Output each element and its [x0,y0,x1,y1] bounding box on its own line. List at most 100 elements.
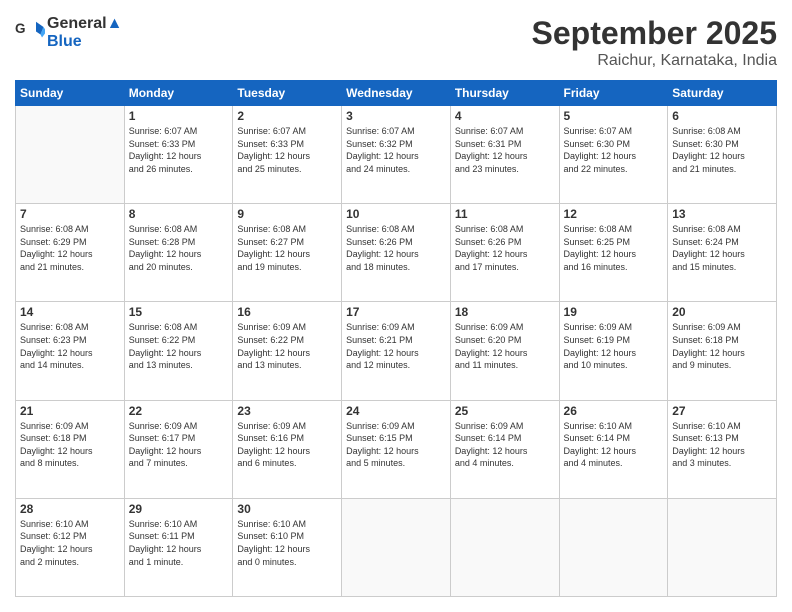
calendar-cell: 30 Sunrise: 6:10 AM Sunset: 6:10 PM Dayli… [233,498,342,596]
col-tuesday: Tuesday [233,81,342,106]
page: G General▲ Blue September 2025 Raichur, … [0,0,792,612]
day-number: 29 [129,502,229,516]
calendar-cell: 16Sunrise: 6:09 AM Sunset: 6:22 PM Dayli… [233,302,342,400]
day-info: Sunrise: 6:07 AM Sunset: 6:33 PM Dayligh… [237,125,337,175]
day-info: Sunrise: 6:09 AM Sunset: 6:19 PM Dayligh… [564,321,664,371]
calendar-cell: 18 Sunrise: 6:09 AM Sunset: 6:20 PM Dayli… [450,302,559,400]
day-info: Sunrise: 6:08 AM Sunset: 6:26 PM Dayligh… [455,223,555,273]
col-thursday: Thursday [450,81,559,106]
calendar-cell: 1 Sunrise: 6:07 AM Sunset: 6:33 PM Daylig… [124,106,233,204]
calendar-cell [16,106,125,204]
day-number: 6 [672,109,772,123]
day-info: Sunrise: 6:09 AM Sunset: 6:21 PM Dayligh… [346,321,446,371]
day-number: 10 [346,207,446,221]
day-number: 1 [129,109,229,123]
calendar-cell: 21 Sunrise: 6:09 AM Sunset: 6:18 PM Dayli… [16,400,125,498]
day-info: Sunrise: 6:08 AM Sunset: 6:25 PM Dayligh… [564,223,664,273]
day-number: 21 [20,404,120,418]
day-number: 28 [20,502,120,516]
calendar-week-4: 21 Sunrise: 6:09 AM Sunset: 6:18 PM Dayli… [16,400,777,498]
col-monday: Monday [124,81,233,106]
calendar-cell: 23 Sunrise: 6:09 AM Sunset: 6:16 PM Dayli… [233,400,342,498]
calendar-cell [559,498,668,596]
calendar-cell: 5 Sunrise: 6:07 AM Sunset: 6:30 PM Daylig… [559,106,668,204]
month-title: September 2025 [532,15,777,52]
day-info: Sunrise: 6:09 AM Sunset: 6:16 PM Dayligh… [237,420,337,470]
day-number: 14 [20,305,120,319]
calendar-cell [668,498,777,596]
calendar-cell: 6 Sunrise: 6:08 AM Sunset: 6:30 PM Daylig… [668,106,777,204]
col-saturday: Saturday [668,81,777,106]
day-info: Sunrise: 6:07 AM Sunset: 6:33 PM Dayligh… [129,125,229,175]
day-number: 9 [237,207,337,221]
day-number: 27 [672,404,772,418]
day-number: 13 [672,207,772,221]
day-number: 18 [455,305,555,319]
calendar-cell: 15 Sunrise: 6:08 AM Sunset: 6:22 PM Dayli… [124,302,233,400]
day-info: Sunrise: 6:10 AM Sunset: 6:14 PM Dayligh… [564,420,664,470]
day-number: 26 [564,404,664,418]
day-number: 30 [237,502,337,516]
day-info: Sunrise: 6:08 AM Sunset: 6:24 PM Dayligh… [672,223,772,273]
calendar-header-row: Sunday Monday Tuesday Wednesday Thursday… [16,81,777,106]
calendar-cell: 2 Sunrise: 6:07 AM Sunset: 6:33 PM Daylig… [233,106,342,204]
svg-text:G: G [15,21,26,36]
day-number: 24 [346,404,446,418]
calendar-cell: 10 Sunrise: 6:08 AM Sunset: 6:26 PM Dayli… [342,204,451,302]
calendar-week-5: 28 Sunrise: 6:10 AM Sunset: 6:12 PM Dayli… [16,498,777,596]
calendar-week-2: 7Sunrise: 6:08 AM Sunset: 6:29 PM Daylig… [16,204,777,302]
day-number: 19 [564,305,664,319]
day-info: Sunrise: 6:08 AM Sunset: 6:26 PM Dayligh… [346,223,446,273]
day-info: Sunrise: 6:09 AM Sunset: 6:20 PM Dayligh… [455,321,555,371]
day-info: Sunrise: 6:08 AM Sunset: 6:28 PM Dayligh… [129,223,229,273]
calendar-cell: 28 Sunrise: 6:10 AM Sunset: 6:12 PM Dayli… [16,498,125,596]
calendar-cell [450,498,559,596]
day-number: 23 [237,404,337,418]
col-wednesday: Wednesday [342,81,451,106]
day-number: 25 [455,404,555,418]
calendar-cell: 7Sunrise: 6:08 AM Sunset: 6:29 PM Daylig… [16,204,125,302]
calendar-cell: 22 Sunrise: 6:09 AM Sunset: 6:17 PM Dayli… [124,400,233,498]
calendar-cell: 3 Sunrise: 6:07 AM Sunset: 6:32 PM Daylig… [342,106,451,204]
day-info: Sunrise: 6:07 AM Sunset: 6:31 PM Dayligh… [455,125,555,175]
calendar-cell: 29Sunrise: 6:10 AM Sunset: 6:11 PM Dayli… [124,498,233,596]
day-number: 15 [129,305,229,319]
day-number: 12 [564,207,664,221]
calendar-cell: 17 Sunrise: 6:09 AM Sunset: 6:21 PM Dayli… [342,302,451,400]
day-info: Sunrise: 6:09 AM Sunset: 6:14 PM Dayligh… [455,420,555,470]
day-info: Sunrise: 6:09 AM Sunset: 6:15 PM Dayligh… [346,420,446,470]
day-info: Sunrise: 6:10 AM Sunset: 6:13 PM Dayligh… [672,420,772,470]
day-number: 5 [564,109,664,123]
day-info: Sunrise: 6:08 AM Sunset: 6:22 PM Dayligh… [129,321,229,371]
day-number: 2 [237,109,337,123]
day-info: Sunrise: 6:08 AM Sunset: 6:23 PM Dayligh… [20,321,120,371]
calendar-cell: 9Sunrise: 6:08 AM Sunset: 6:27 PM Daylig… [233,204,342,302]
day-info: Sunrise: 6:07 AM Sunset: 6:30 PM Dayligh… [564,125,664,175]
day-info: Sunrise: 6:07 AM Sunset: 6:32 PM Dayligh… [346,125,446,175]
day-info: Sunrise: 6:09 AM Sunset: 6:17 PM Dayligh… [129,420,229,470]
day-info: Sunrise: 6:08 AM Sunset: 6:29 PM Dayligh… [20,223,120,273]
day-number: 17 [346,305,446,319]
logo: G General▲ Blue [15,15,122,51]
calendar-body: 1 Sunrise: 6:07 AM Sunset: 6:33 PM Daylig… [16,106,777,597]
calendar-table: Sunday Monday Tuesday Wednesday Thursday… [15,80,777,597]
day-number: 8 [129,207,229,221]
day-number: 22 [129,404,229,418]
day-number: 20 [672,305,772,319]
col-friday: Friday [559,81,668,106]
day-info: Sunrise: 6:10 AM Sunset: 6:10 PM Dayligh… [237,518,337,568]
location-subtitle: Raichur, Karnataka, India [532,52,777,70]
day-info: Sunrise: 6:10 AM Sunset: 6:12 PM Dayligh… [20,518,120,568]
calendar-cell: 11Sunrise: 6:08 AM Sunset: 6:26 PM Dayli… [450,204,559,302]
title-block: September 2025 Raichur, Karnataka, India [532,15,777,70]
day-info: Sunrise: 6:08 AM Sunset: 6:30 PM Dayligh… [672,125,772,175]
calendar-cell: 27 Sunrise: 6:10 AM Sunset: 6:13 PM Dayli… [668,400,777,498]
header: G General▲ Blue September 2025 Raichur, … [15,15,777,70]
calendar-cell: 4Sunrise: 6:07 AM Sunset: 6:31 PM Daylig… [450,106,559,204]
logo-icon: G [15,18,45,48]
calendar-cell: 20Sunrise: 6:09 AM Sunset: 6:18 PM Dayli… [668,302,777,400]
day-number: 3 [346,109,446,123]
day-info: Sunrise: 6:09 AM Sunset: 6:18 PM Dayligh… [20,420,120,470]
calendar-cell [342,498,451,596]
calendar-week-3: 14 Sunrise: 6:08 AM Sunset: 6:23 PM Dayli… [16,302,777,400]
